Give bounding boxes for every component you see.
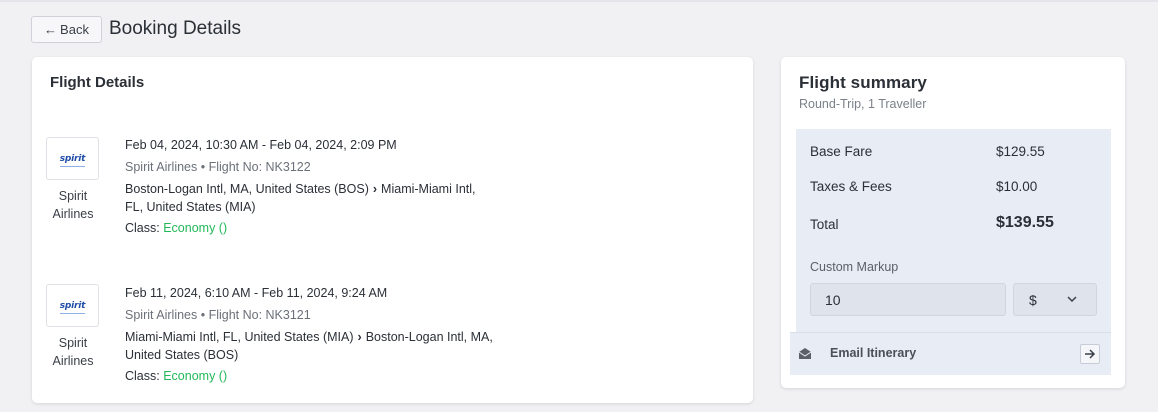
email-itinerary-button[interactable]: Email Itinerary [790,332,1111,375]
summary-subtitle: Round-Trip, 1 Traveller [799,97,927,111]
currency-selected: $ [1029,291,1037,308]
spirit-logo: spirit [59,153,86,167]
class-value: Economy () [163,369,228,383]
segment-class: Class: Economy () [125,220,495,236]
segment-carrier: Spirit Airlines • Flight No: NK3121 [125,308,311,322]
custom-markup-input[interactable] [810,283,1006,316]
spirit-logo: spirit [59,300,86,314]
chevron-down-icon [1067,296,1077,303]
back-label: Back [60,22,89,37]
email-itinerary-label: Email Itinerary [830,346,917,360]
chevron-right-icon: › [372,182,378,196]
flight-details-heading: Flight Details [50,74,145,91]
arrow-right-icon[interactable] [1080,344,1100,364]
chevron-right-icon: › [357,330,362,344]
base-fare-value: $129.55 [996,144,1045,159]
airline-name: Spirit Airlines [52,336,94,368]
custom-markup-label: Custom Markup [810,260,899,274]
route-origin: Boston-Logan Intl, MA, United States (BO… [125,182,369,196]
segment-carrier: Spirit Airlines • Flight No: NK3122 [125,160,311,174]
fare-panel: Base Fare $129.55 Taxes & Fees $10.00 To… [790,129,1111,375]
segment-times: Feb 04, 2024, 10:30 AM - Feb 04, 2024, 2… [125,138,397,152]
route-origin: Miami-Miami Intl, FL, United States (MIA… [125,330,354,344]
flight-segment: Feb 11, 2024, 6:10 AM - Feb 11, 2024, 9:… [125,285,495,384]
total-value: $139.55 [996,214,1054,231]
back-button[interactable]: ← Back [31,16,102,43]
arrow-left-icon: ← [44,22,58,37]
base-fare-label: Base Fare [810,144,873,159]
flight-details-card: Flight Details spirit Spirit Airlines Fe… [32,57,753,403]
class-label: Class: [125,221,160,235]
airline-logo: spirit [46,137,99,180]
segment-times: Feb 11, 2024, 6:10 AM - Feb 11, 2024, 9:… [125,286,388,300]
page-title: Booking Details [109,18,242,39]
summary-title: Flight summary [799,73,927,92]
segment-route: Miami-Miami Intl, FL, United States (MIA… [125,328,495,364]
airline-logo: spirit [46,284,99,327]
flight-summary-card: Flight summary Round-Trip, 1 Traveller B… [781,57,1125,388]
flight-segment: Feb 04, 2024, 10:30 AM - Feb 04, 2024, 2… [125,137,495,236]
top-divider [0,0,1158,2]
class-label: Class: [125,369,160,383]
total-label: Total [810,217,839,232]
envelope-icon [798,348,812,359]
class-value: Economy () [163,221,228,235]
arrow-right-glyph [1085,349,1096,359]
currency-select[interactable]: $ [1013,283,1097,316]
airline-name: Spirit Airlines [52,189,94,221]
segment-class: Class: Economy () [125,368,495,384]
segment-route: Boston-Logan Intl, MA, United States (BO… [125,180,495,216]
taxes-label: Taxes & Fees [810,179,892,194]
taxes-value: $10.00 [996,179,1038,194]
